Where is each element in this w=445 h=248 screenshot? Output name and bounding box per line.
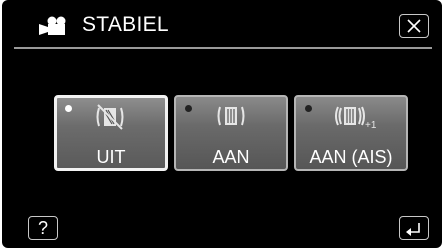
menu-header: STABIEL bbox=[2, 0, 442, 50]
back-button[interactable] bbox=[399, 216, 429, 240]
option-label: AAN bbox=[212, 147, 250, 167]
close-button[interactable] bbox=[399, 14, 429, 38]
close-icon bbox=[407, 19, 421, 33]
option-aan-button[interactable]: AAN bbox=[174, 95, 288, 171]
option-label: UIT bbox=[96, 147, 126, 167]
stabilizer-on-icon bbox=[217, 106, 245, 126]
radio-indicator bbox=[185, 105, 192, 112]
radio-indicator-selected bbox=[65, 105, 72, 112]
header-divider bbox=[14, 47, 432, 49]
stabilizer-ais-icon: +1 bbox=[335, 106, 376, 131]
option-label: AAN (AIS) bbox=[309, 147, 393, 167]
page-title: STABIEL bbox=[82, 13, 169, 36]
option-aan-ais-button[interactable]: +1 AAN (AIS) bbox=[294, 95, 408, 171]
camera-menu-screen: STABIEL UIT AAN +1 AAN (AIS) ? bbox=[2, 0, 442, 248]
help-button[interactable]: ? bbox=[28, 216, 58, 240]
option-uit-button[interactable]: UIT bbox=[54, 95, 168, 171]
video-camera-icon bbox=[39, 16, 66, 35]
svg-text:+1: +1 bbox=[365, 120, 376, 131]
radio-indicator bbox=[305, 105, 312, 112]
stabilizer-off-icon bbox=[96, 104, 124, 130]
back-return-icon bbox=[406, 223, 420, 236]
